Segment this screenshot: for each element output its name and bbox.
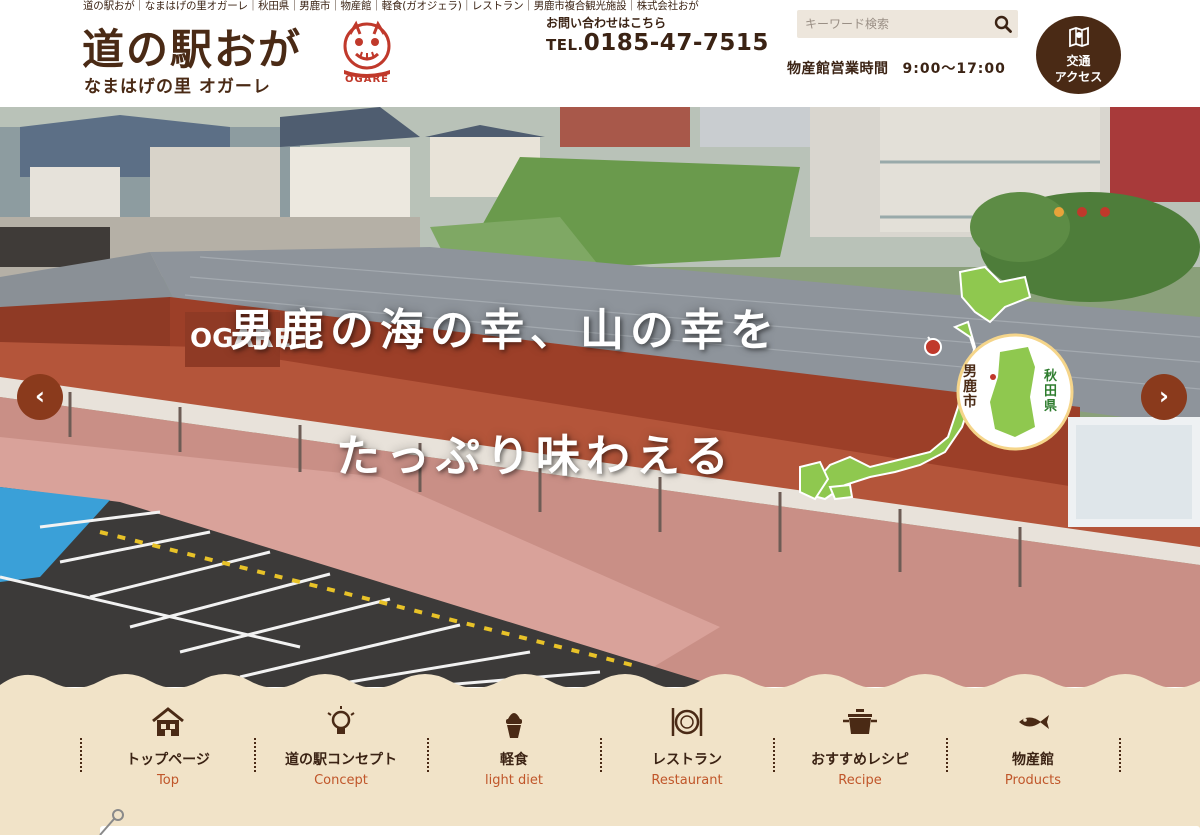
hours-time: 9:00〜17:00 — [902, 61, 1006, 77]
nav-separator — [1119, 738, 1121, 772]
slide-dot-2[interactable] — [1077, 207, 1087, 217]
nav-label-en: light diet — [485, 773, 543, 788]
slide-dot-1[interactable] — [1054, 207, 1064, 217]
nav-separator — [80, 738, 82, 772]
nav-label-en: Products — [1004, 773, 1062, 788]
access-label-2: アクセス — [1054, 70, 1103, 84]
site-logo-subtitle: なまはげの里 オガーレ — [84, 77, 271, 97]
nav-item-light-diet[interactable]: 軽食 light diet — [429, 705, 599, 795]
hero-headline-2: たっぷり味わえる — [336, 431, 735, 482]
search-icon[interactable] — [994, 15, 1012, 33]
location-pin-icon — [924, 338, 942, 356]
nav-item-products[interactable]: 物産館 Products — [948, 705, 1118, 795]
hero-slider: OGARE 男鹿の海の幸、山の幸を たっぷり味わえる 男鹿市 秋田県 ‹ › — [0, 107, 1200, 687]
nav-label-jp: レストラン — [652, 752, 722, 768]
content-panel-top — [100, 826, 1200, 835]
nav-label-jp: おすすめレシピ — [811, 752, 909, 768]
lightbulb-icon — [327, 706, 355, 734]
map-label-oga: 男鹿市 — [963, 364, 977, 410]
nav-label-jp: トップページ — [126, 752, 210, 768]
map-icon — [1069, 26, 1089, 48]
slider-prev-button[interactable]: ‹ — [17, 374, 63, 420]
nav-item-top[interactable]: トップページ Top — [83, 705, 253, 795]
access-label-1: 交通 — [1066, 54, 1091, 68]
nav-item-recipe[interactable]: おすすめレシピ Recipe — [775, 705, 945, 795]
nav-label-jp: 物産館 — [1012, 752, 1054, 768]
site-header: 道の駅おが｜なまはげの里オガーレ｜秋田県｜男鹿市｜物産館｜軽食(ガオジェラ)｜レ… — [0, 0, 1200, 107]
pin-decoration-icon — [99, 809, 124, 835]
nav-label-en: Concept — [314, 773, 368, 788]
contact-tel[interactable]: TEL.0185-47-7515 — [546, 30, 769, 56]
logo-mark-label: OGARE — [345, 74, 389, 85]
fish-icon — [1019, 715, 1049, 729]
search-box — [797, 10, 1018, 38]
house-icon — [152, 707, 184, 736]
slider-next-button[interactable]: › — [1141, 374, 1187, 420]
nav-label-jp: 軽食 — [500, 752, 528, 768]
hero-headline-1: 男鹿の海の幸、山の幸を — [230, 305, 780, 356]
soft-serve-icon — [506, 713, 522, 738]
nav-label-en: Restaurant — [651, 773, 723, 788]
nav-label-jp: 道の駅コンセプト — [285, 752, 397, 768]
nav-label-en: Recipe — [838, 773, 882, 788]
shop-hours: 物産館営業時間 9:00〜17:00 — [787, 58, 1006, 78]
contact-label: お問い合わせはこちら — [546, 16, 667, 30]
hours-label: 物産館営業時間 — [787, 61, 889, 77]
search-input[interactable] — [797, 10, 987, 38]
nav-label-en: Top — [157, 773, 179, 788]
hero-photo-michinoeki: OGARE — [0, 107, 1200, 687]
tel-number: 0185-47-7515 — [583, 30, 769, 56]
map-label-akita: 秋田県 — [1044, 369, 1058, 414]
site-logo-title[interactable]: 道の駅おが — [82, 16, 302, 77]
nav-item-restaurant[interactable]: レストラン Restaurant — [602, 705, 772, 795]
cutlery-icon — [671, 708, 703, 736]
tel-prefix: TEL. — [546, 36, 584, 54]
access-button[interactable]: 交通 アクセス — [1036, 16, 1121, 94]
pot-icon — [843, 709, 877, 734]
slide-dot-3[interactable] — [1100, 207, 1110, 217]
nav-item-concept[interactable]: 道の駅コンセプト Concept — [256, 705, 426, 795]
seo-tagline: 道の駅おが｜なまはげの里オガーレ｜秋田県｜男鹿市｜物産館｜軽食(ガオジェラ)｜レ… — [83, 0, 699, 12]
